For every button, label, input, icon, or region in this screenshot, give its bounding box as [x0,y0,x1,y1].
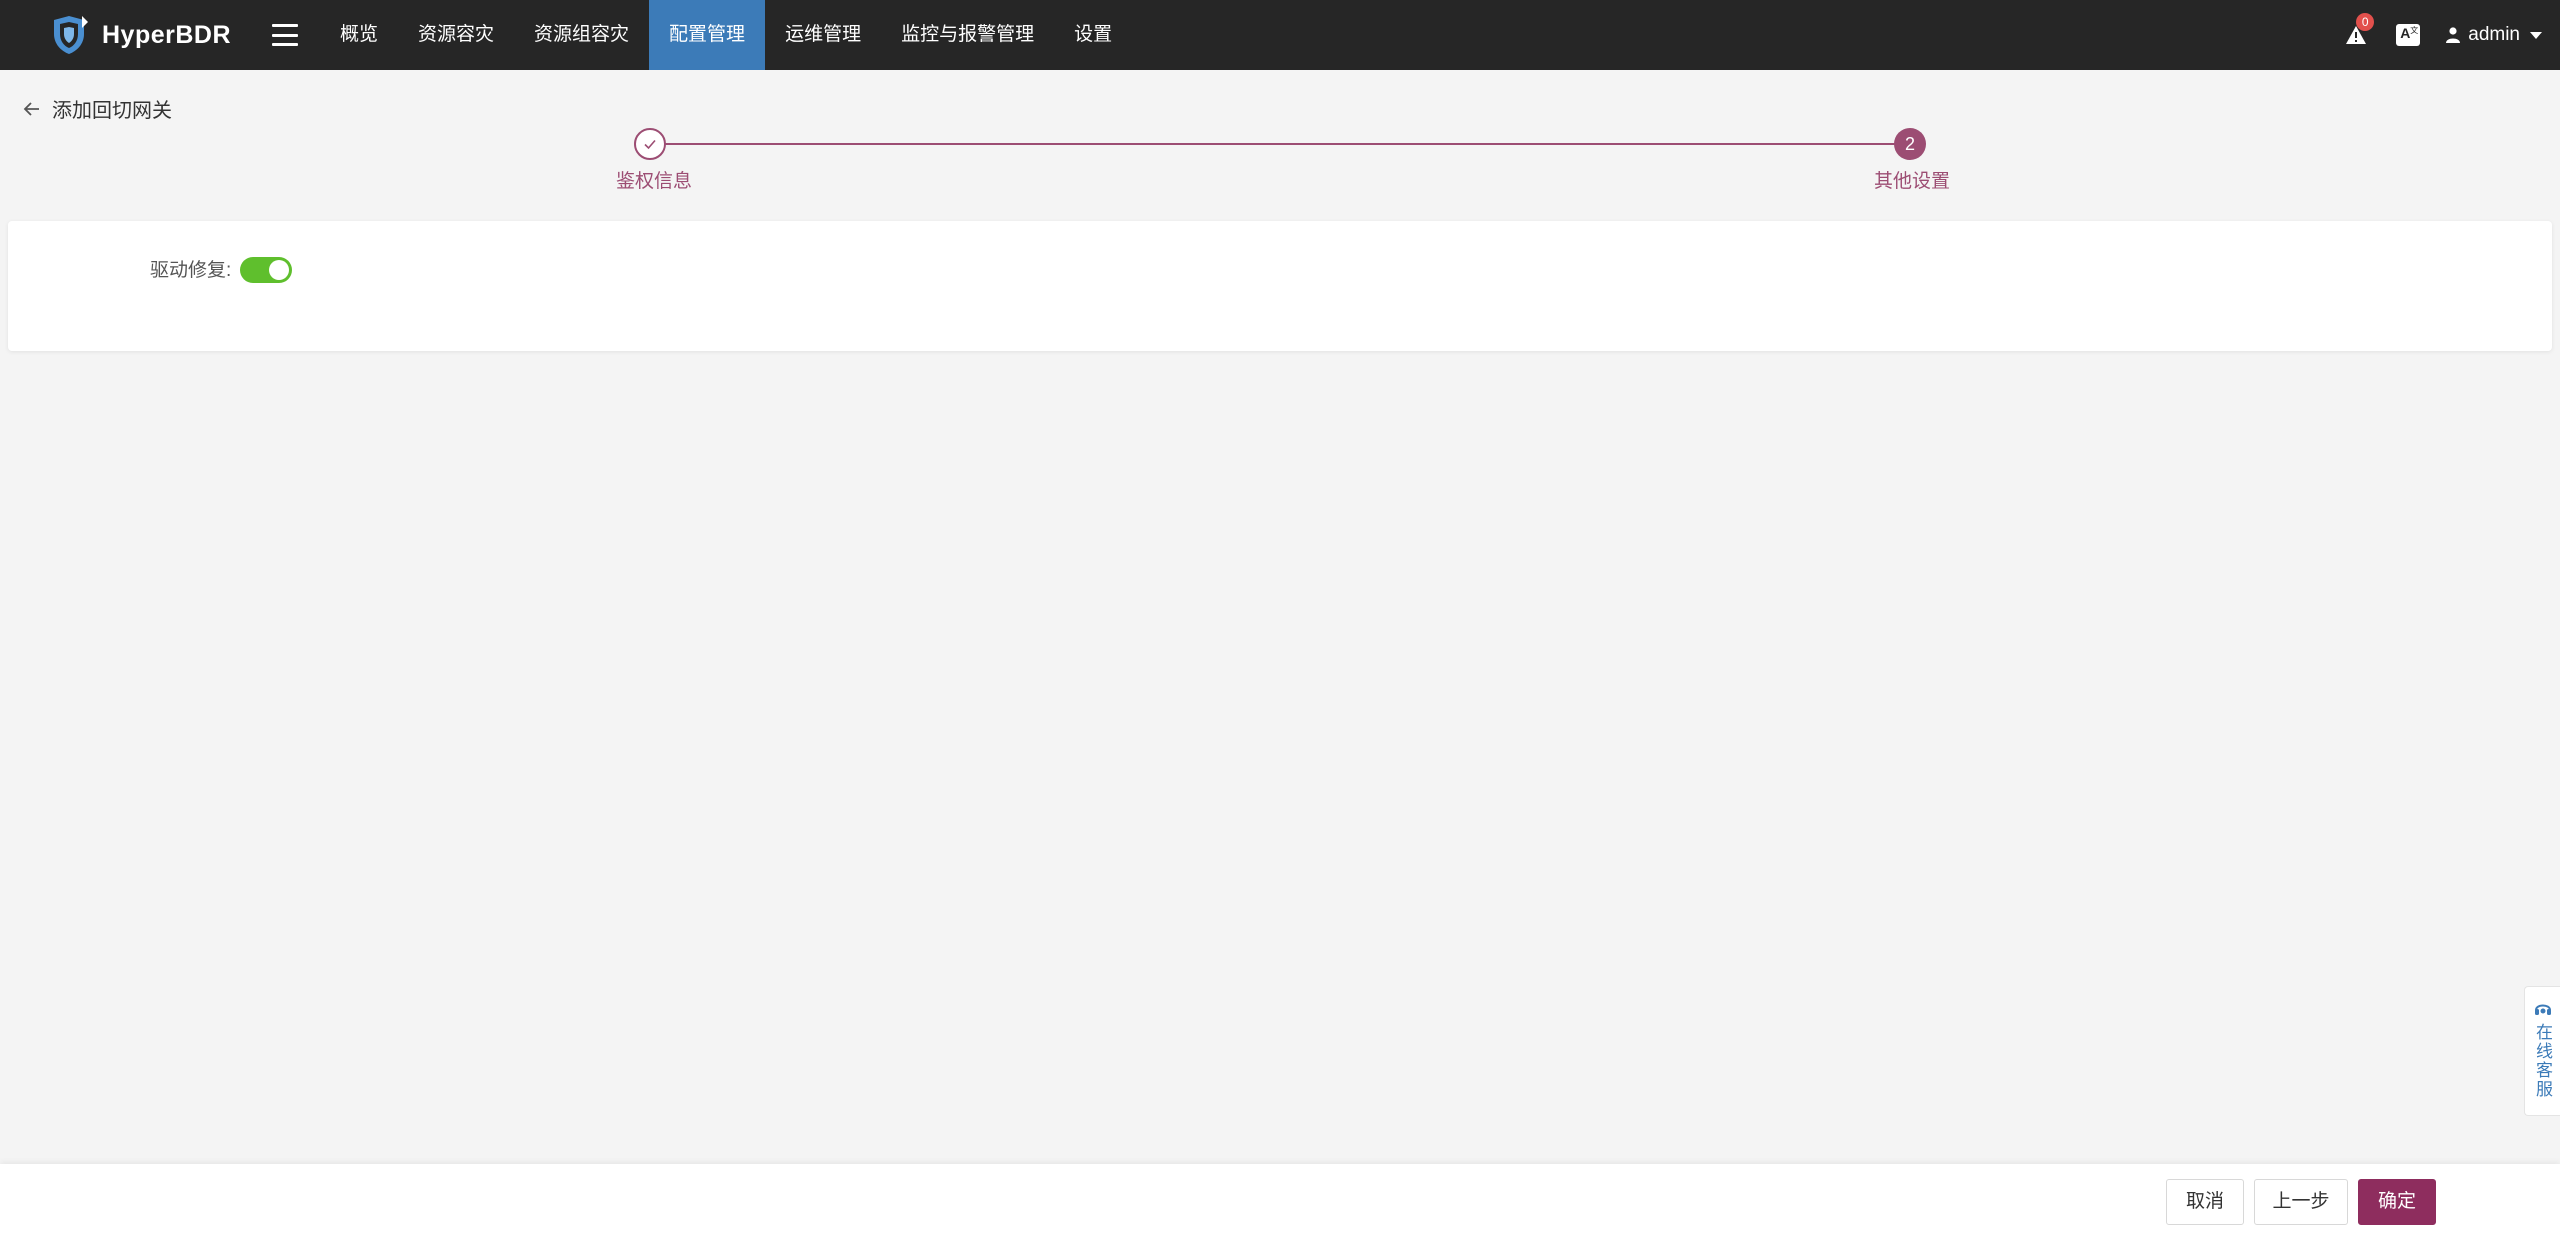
language-switch-icon[interactable]: A 文 [2396,24,2421,46]
alert-count-badge: 0 [2356,13,2375,31]
shield-logo-icon [54,16,88,54]
step-connector [650,143,1910,145]
toggle-knob [269,260,289,280]
app-name: HyperBDR [102,20,232,49]
top-nav-bar: HyperBDR 概览 资源容灾 资源组容灾 配置管理 运维管理 监控与报警管理… [0,0,2560,70]
step-2-indicator: 2 [1894,128,1926,160]
language-icon-glyph: A [2400,25,2411,41]
driver-repair-toggle[interactable] [240,257,292,283]
headset-icon [2534,1004,2551,1015]
nav-item-resource-dr[interactable]: 资源容灾 [398,0,514,70]
step-1-label: 鉴权信息 [616,171,693,192]
chevron-down-icon [2530,31,2542,39]
nav-item-settings[interactable]: 设置 [1054,0,1132,70]
user-icon [2446,27,2461,43]
nav-item-monitoring-alerts[interactable]: 监控与报警管理 [881,0,1054,70]
footer-bar: 取消 上一步 确定 [0,1164,2560,1240]
back-button[interactable]: 添加回切网关 [22,94,172,123]
header-tools: 0 A 文 admin [2344,0,2560,70]
nav-item-overview[interactable]: 概览 [320,0,398,70]
nav-item-config-management[interactable]: 配置管理 [649,0,766,70]
step-2-label: 其他设置 [1874,171,1951,192]
cancel-button[interactable]: 取消 [2166,1179,2244,1225]
alert-button[interactable]: 0 [2344,13,2375,47]
previous-step-button[interactable]: 上一步 [2254,1179,2348,1225]
nav-item-ops-management[interactable]: 运维管理 [765,0,881,70]
confirm-button[interactable]: 确定 [2358,1179,2436,1225]
step-progress: 2 鉴权信息 其他设置 [600,126,1960,196]
online-support-label: 在线客服 [2533,1023,2552,1099]
online-support-button[interactable]: 在线客服 [2524,986,2560,1116]
check-icon [644,139,656,150]
username: admin [2468,24,2520,45]
main-nav: 概览 资源容灾 资源组容灾 配置管理 运维管理 监控与报警管理 设置 [320,0,1132,70]
menu-toggle-icon[interactable] [272,20,298,50]
nav-item-resource-group-dr[interactable]: 资源组容灾 [514,0,649,70]
user-menu[interactable]: admin [2446,24,2542,46]
driver-repair-label: 驱动修复: [150,260,232,281]
app-logo[interactable]: HyperBDR [48,14,231,56]
page-title: 添加回切网关 [52,100,172,122]
settings-card: 驱动修复: [8,221,2552,351]
step-1-indicator [634,128,666,160]
arrow-left-icon [23,101,39,116]
